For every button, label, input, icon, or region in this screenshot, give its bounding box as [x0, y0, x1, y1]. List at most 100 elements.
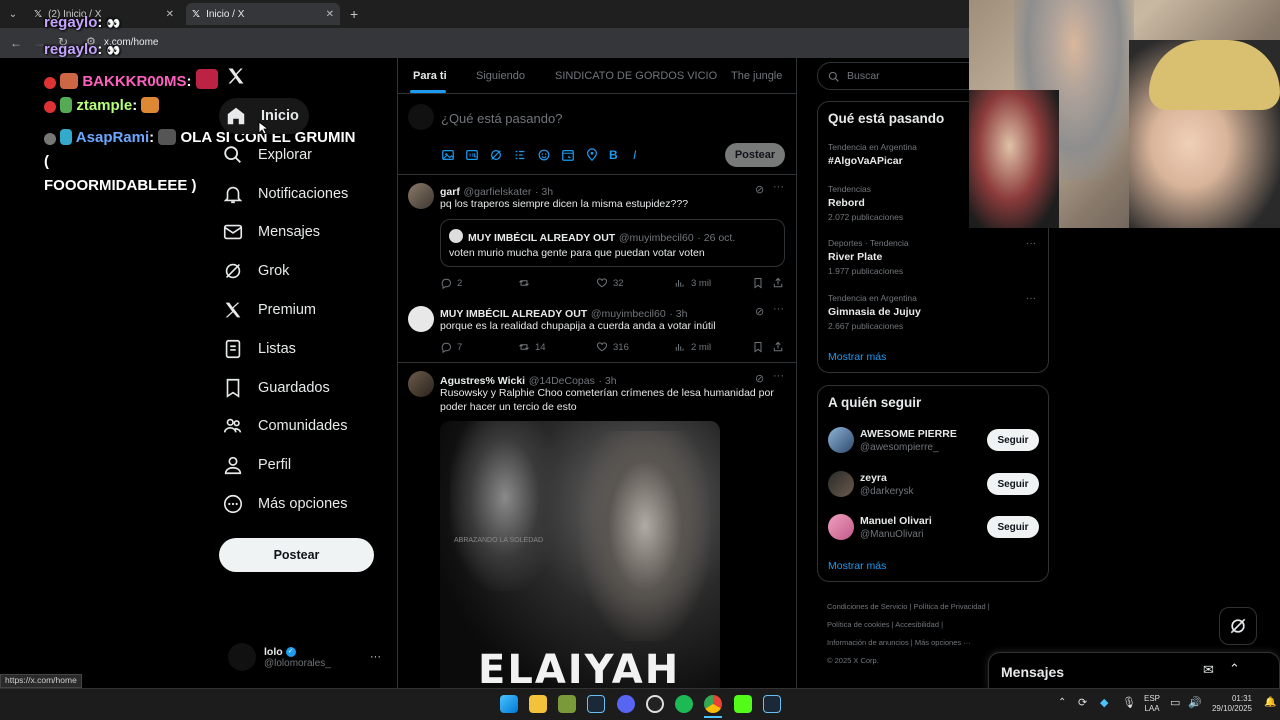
messages-drawer[interactable]: Mensajes ✉ ⌃ [988, 652, 1280, 690]
sidebar-item-perfil[interactable]: Perfil [222, 447, 291, 483]
new-message-icon[interactable]: ✉ [1203, 662, 1214, 678]
retweet-button[interactable]: 14 [518, 341, 546, 353]
compose-post-button[interactable]: Postear [725, 143, 785, 167]
views-button[interactable]: 3 mil [674, 277, 711, 289]
bookmark-button[interactable] [752, 277, 764, 289]
grok-float-button[interactable] [1219, 607, 1257, 645]
tab-sindicato[interactable]: SINDICATO DE GORDOS VICIO [555, 70, 717, 82]
x-logo-icon[interactable] [226, 66, 246, 89]
steam-icon[interactable] [763, 695, 781, 713]
tab-siguiendo[interactable]: Siguiendo [476, 70, 525, 82]
grok-icon[interactable]: ⊘ [755, 183, 764, 196]
tab-para-ti[interactable]: Para ti [413, 70, 447, 82]
follow-button[interactable]: Seguir [987, 473, 1039, 495]
footer-link-ads[interactable]: Información de anuncios [827, 638, 909, 647]
more-dots-icon[interactable]: ··· [773, 181, 784, 193]
more-dots-icon[interactable]: ··· [1026, 293, 1036, 304]
bold-icon[interactable]: B [609, 148, 623, 162]
back-arrow-icon[interactable]: ← [10, 36, 22, 50]
security-icon[interactable]: ◆ [1100, 696, 1108, 709]
sidebar-item-notificaciones[interactable]: Notificaciones [222, 176, 348, 212]
footer-link-more[interactable]: Más opciones ··· [915, 638, 971, 647]
more-dots-icon[interactable]: ··· [773, 370, 784, 382]
share-button[interactable] [772, 341, 784, 353]
tweet[interactable]: Agustres% Wicki @14DeCopas · 3h ⊘ ··· Ru… [397, 363, 797, 688]
share-button[interactable] [772, 277, 784, 289]
footer-link-privacy[interactable]: Política de Privacidad [914, 602, 986, 611]
gif-icon[interactable] [465, 148, 479, 162]
sidebar-item-mas-opciones[interactable]: Más opciones [222, 486, 347, 522]
sidebar-item-guardados[interactable]: Guardados [222, 370, 330, 406]
tab-the-jungle[interactable]: The jungle [731, 70, 782, 82]
tray-chevron-icon[interactable]: ⌃ [1058, 697, 1066, 708]
follow-suggestion[interactable]: zeyra @darkerysk Seguir [828, 470, 1040, 500]
tab-list-button[interactable]: ⌄ [2, 3, 24, 25]
app-icon[interactable] [646, 695, 664, 713]
show-more-follow-link[interactable]: Mostrar más [828, 560, 886, 572]
follow-suggestion[interactable]: Manuel Olivari @ManuOlivari Seguir [828, 513, 1040, 543]
tweet[interactable]: garf @garfielskater · 3h ⊘ ··· pq los tr… [397, 175, 797, 299]
bookmark-button[interactable] [752, 341, 764, 353]
like-button[interactable]: 32 [596, 277, 624, 289]
reply-button[interactable]: 2 [440, 277, 462, 289]
retweet-button[interactable] [518, 277, 535, 289]
new-tab-button[interactable]: + [344, 3, 362, 25]
emoji-icon[interactable] [537, 148, 551, 162]
footer-link-terms[interactable]: Condiciones de Servicio [827, 602, 907, 611]
kick-icon[interactable] [734, 695, 752, 713]
mic-icon[interactable]: 🎙 [1122, 696, 1136, 709]
more-dots-icon[interactable]: ··· [1026, 238, 1036, 249]
browser-tab-2[interactable]: 𝕏 Inicio / X ✕ [186, 3, 340, 25]
network-icon[interactable]: ▭ [1170, 696, 1180, 709]
discord-icon[interactable] [617, 695, 635, 713]
trend-item[interactable]: Tendencia en Argentina Gimnasia de Jujuy… [828, 293, 1040, 331]
grok-icon[interactable] [489, 148, 503, 162]
close-tab-icon[interactable]: ✕ [166, 9, 174, 20]
grok-icon[interactable]: ⊘ [755, 372, 764, 385]
photo-face-right [580, 431, 710, 641]
poll-icon[interactable] [513, 148, 527, 162]
footer-link-accessibility[interactable]: Accesibilidad [895, 620, 939, 629]
reply-button[interactable]: 7 [440, 341, 462, 353]
more-dots-icon[interactable]: ··· [370, 651, 381, 663]
views-button[interactable]: 2 mil [674, 341, 711, 353]
sidebar-item-listas[interactable]: Listas [222, 331, 296, 367]
quoted-tweet[interactable]: MUY IMBÉCIL ALREADY OUT @muyimbecil60 · … [440, 219, 785, 267]
expand-chevron-icon[interactable]: ⌃ [1229, 661, 1240, 677]
steam-icon[interactable] [587, 695, 605, 713]
clock[interactable]: 01:31 29/10/2025 [1206, 694, 1252, 714]
like-button[interactable]: 316 [596, 341, 629, 353]
schedule-icon[interactable] [561, 148, 575, 162]
notification-bell-icon[interactable]: 🔔 [1264, 697, 1276, 708]
trend-item[interactable]: Deportes · Tendencia River Plate 1.977 p… [828, 238, 1040, 276]
file-explorer-icon[interactable] [529, 695, 547, 713]
volume-icon[interactable]: 🔊 [1188, 696, 1202, 709]
app-icon[interactable] [558, 695, 576, 713]
sidebar-item-explorar[interactable]: Explorar [222, 137, 312, 173]
follow-suggestion[interactable]: AWESOME PIERRE @awesompierre_ Seguir [828, 426, 1040, 456]
footer-link-cookies[interactable]: Política de cookies [827, 620, 890, 629]
follow-button[interactable]: Seguir [987, 516, 1039, 538]
show-more-trends-link[interactable]: Mostrar más [828, 351, 886, 363]
grok-icon[interactable]: ⊘ [755, 305, 764, 318]
tweet[interactable]: MUY IMBÉCIL ALREADY OUT @muyimbecil60 · … [397, 298, 797, 362]
sync-icon[interactable]: ⟳ [1078, 696, 1087, 709]
spotify-icon[interactable] [675, 695, 693, 713]
account-switcher[interactable]: lolo ✓ @lolomorales_ [228, 643, 331, 671]
compose-input[interactable]: ¿Qué está pasando? [441, 111, 562, 126]
post-button[interactable]: Postear [219, 538, 374, 572]
image-icon[interactable] [441, 148, 455, 162]
sidebar-item-grok[interactable]: Grok [222, 253, 289, 289]
sidebar-item-mensajes[interactable]: Mensajes [222, 214, 320, 250]
sidebar-item-comunidades[interactable]: Comunidades [222, 408, 347, 444]
location-icon[interactable] [585, 148, 599, 162]
tweet-image[interactable]: ABRAZANDO LA SOLEDAD ELAIYAH [440, 421, 720, 688]
more-dots-icon[interactable]: ··· [773, 303, 784, 315]
follow-button[interactable]: Seguir [987, 429, 1039, 451]
start-menu-icon[interactable] [500, 695, 518, 713]
chrome-icon[interactable] [704, 695, 722, 713]
sidebar-item-premium[interactable]: Premium [222, 292, 316, 328]
italic-icon[interactable]: I [633, 148, 647, 162]
close-tab-icon[interactable]: ✕ [326, 9, 334, 20]
language-indicator[interactable]: ESP LAA [1144, 694, 1160, 714]
